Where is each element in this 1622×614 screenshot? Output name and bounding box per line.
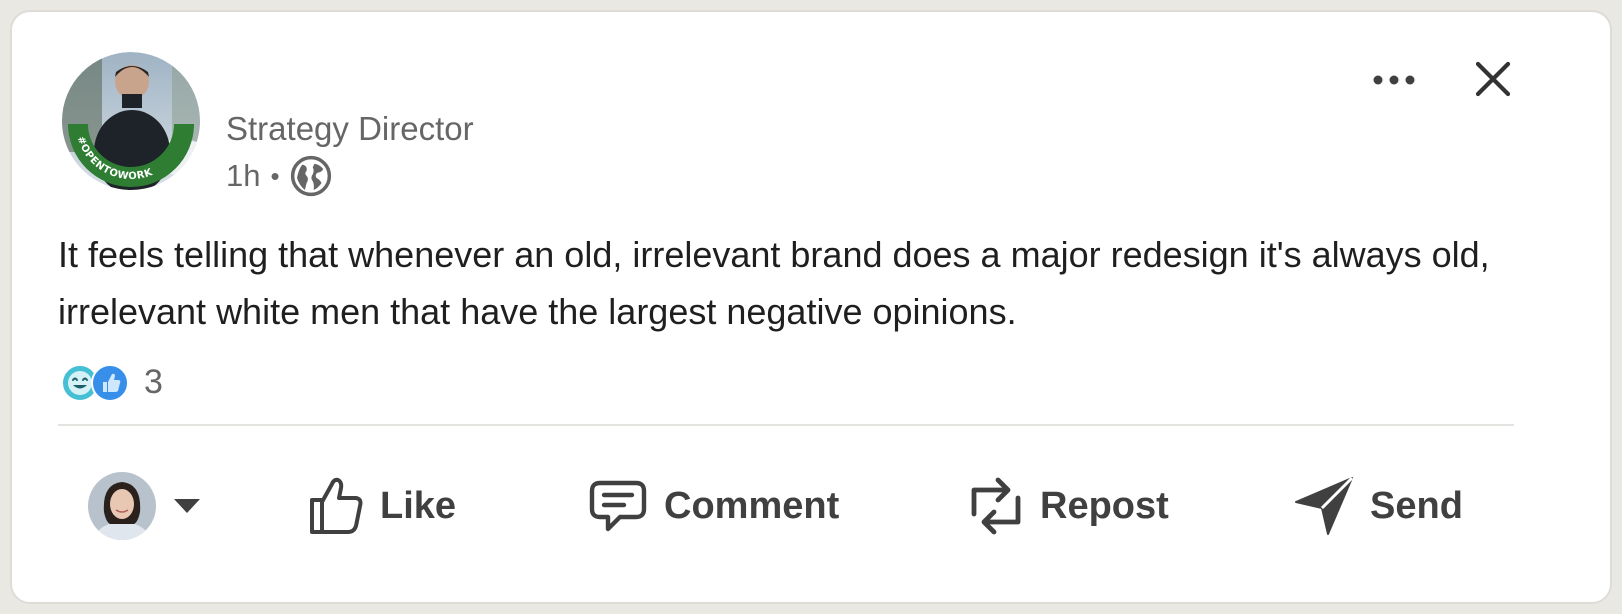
reaction-count: 3 bbox=[144, 362, 163, 401]
post-card: #OPENTOWORK Strategy Director 1h • It fe… bbox=[10, 10, 1612, 604]
comment-button[interactable]: Comment bbox=[588, 462, 839, 550]
post-body-text: It feels telling that whenever an old, i… bbox=[58, 234, 1490, 332]
like-button[interactable]: Like bbox=[308, 462, 456, 550]
repost-button[interactable]: Repost bbox=[968, 462, 1169, 550]
comment-label: Comment bbox=[664, 484, 840, 527]
send-icon bbox=[1295, 476, 1354, 535]
meta-separator: • bbox=[270, 160, 280, 191]
globe-icon bbox=[290, 155, 332, 197]
like-label: Like bbox=[380, 484, 457, 527]
reaction-icons bbox=[60, 361, 136, 403]
more-options-button[interactable] bbox=[1364, 50, 1424, 110]
action-bar: Like Comment Repost Send bbox=[58, 462, 1514, 550]
author-avatar[interactable]: #OPENTOWORK bbox=[62, 52, 200, 190]
chevron-down-icon bbox=[174, 499, 200, 513]
react-as-selector[interactable] bbox=[88, 462, 200, 550]
viewer-avatar-image bbox=[88, 472, 156, 540]
post-time: 1h bbox=[226, 158, 261, 193]
repost-icon bbox=[971, 477, 1021, 535]
like-icon bbox=[91, 364, 129, 402]
close-icon bbox=[1475, 61, 1511, 97]
divider bbox=[58, 424, 1514, 426]
thumbs-up-icon bbox=[310, 477, 363, 534]
open-to-work-avatar-image: #OPENTOWORK bbox=[62, 52, 200, 190]
post-meta: 1h • bbox=[226, 154, 332, 198]
repost-label: Repost bbox=[1040, 484, 1169, 527]
ellipsis-icon bbox=[1373, 75, 1415, 85]
send-button[interactable]: Send bbox=[1294, 462, 1463, 550]
viewer-avatar bbox=[88, 472, 156, 540]
reactions-summary[interactable]: 3 bbox=[60, 360, 163, 404]
send-label: Send bbox=[1370, 484, 1463, 527]
author-headline[interactable]: Strategy Director bbox=[226, 110, 474, 148]
comment-icon bbox=[589, 480, 647, 532]
close-button[interactable] bbox=[1462, 48, 1524, 110]
